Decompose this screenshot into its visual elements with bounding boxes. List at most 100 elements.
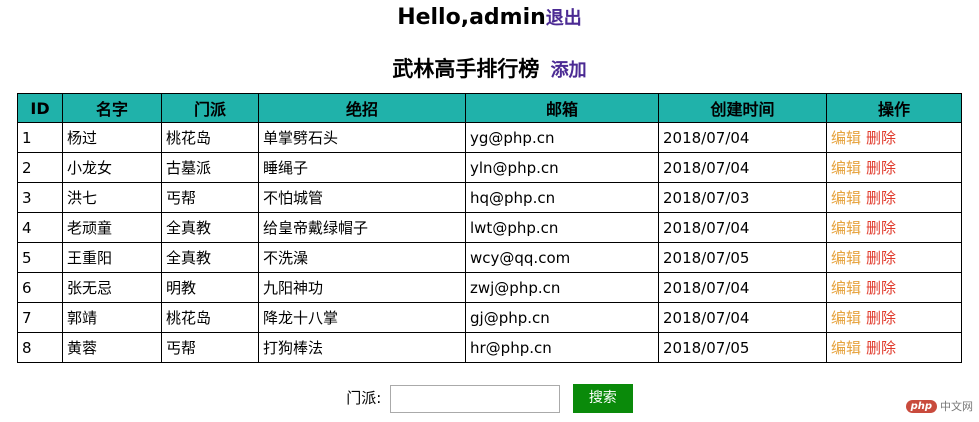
table-row: 1 杨过 桃花岛 单掌劈石头 yg@php.cn 2018/07/04 编辑 删除 — [17, 122, 962, 153]
cell-actions: 编辑 删除 — [826, 332, 962, 363]
column-header-name: 名字 — [62, 93, 162, 123]
cell-email: gj@php.cn — [465, 302, 659, 333]
table-header-row: ID 名字 门派 绝招 邮箱 创建时间 操作 — [17, 93, 962, 123]
cell-email: wcy@qq.com — [465, 242, 659, 273]
cell-sect: 丐帮 — [161, 182, 259, 213]
edit-link[interactable]: 编辑 — [831, 189, 861, 207]
column-header-id: ID — [17, 93, 63, 123]
edit-link[interactable]: 编辑 — [831, 309, 861, 327]
cell-skill: 不洗澡 — [258, 242, 466, 273]
cell-actions: 编辑 删除 — [826, 242, 962, 273]
cell-skill: 降龙十八掌 — [258, 302, 466, 333]
cell-sect: 全真教 — [161, 212, 259, 243]
cell-created: 2018/07/04 — [658, 212, 827, 243]
cell-skill: 给皇帝戴绿帽子 — [258, 212, 466, 243]
table-row: 4 老顽童 全真教 给皇帝戴绿帽子 lwt@php.cn 2018/07/04 … — [17, 212, 962, 243]
edit-link[interactable]: 编辑 — [831, 339, 861, 357]
cell-email: lwt@php.cn — [465, 212, 659, 243]
cell-skill: 打狗棒法 — [258, 332, 466, 363]
watermark-text: 中文网 — [940, 400, 973, 413]
add-link[interactable]: 添加 — [551, 60, 587, 81]
cell-actions: 编辑 删除 — [826, 212, 962, 243]
delete-link[interactable]: 删除 — [866, 189, 896, 207]
cell-email: hq@php.cn — [465, 182, 659, 213]
page-title-bar: 武林高手排行榜 添加 — [0, 55, 979, 85]
greeting-bar: Hello,admin退出 — [0, 4, 979, 33]
cell-actions: 编辑 删除 — [826, 272, 962, 303]
table-row: 8 黄蓉 丐帮 打狗棒法 hr@php.cn 2018/07/05 编辑 删除 — [17, 332, 962, 363]
edit-link[interactable]: 编辑 — [831, 279, 861, 297]
cell-created: 2018/07/04 — [658, 272, 827, 303]
cell-name: 郭靖 — [62, 302, 162, 333]
sect-search-input[interactable] — [390, 384, 561, 413]
ranking-table: ID 名字 门派 绝招 邮箱 创建时间 操作 1 杨过 桃花岛 单掌劈石头 yg… — [17, 93, 962, 363]
cell-name: 洪七 — [62, 182, 162, 213]
delete-link[interactable]: 删除 — [866, 339, 896, 357]
column-header-actions: 操作 — [826, 93, 962, 123]
cell-email: yln@php.cn — [465, 152, 659, 183]
cell-created: 2018/07/04 — [658, 152, 827, 183]
cell-id: 3 — [17, 182, 63, 213]
cell-email: zwj@php.cn — [465, 272, 659, 303]
cell-id: 8 — [17, 332, 63, 363]
cell-sect: 全真教 — [161, 242, 259, 273]
cell-created: 2018/07/03 — [658, 182, 827, 213]
cell-actions: 编辑 删除 — [826, 152, 962, 183]
cell-sect: 桃花岛 — [161, 302, 259, 333]
delete-link[interactable]: 删除 — [866, 279, 896, 297]
cell-sect: 明教 — [161, 272, 259, 303]
edit-link[interactable]: 编辑 — [831, 219, 861, 237]
greeting-text: Hello,admin — [397, 5, 546, 30]
delete-link[interactable]: 删除 — [866, 249, 896, 267]
cell-name: 杨过 — [62, 122, 162, 153]
search-label: 门派: — [346, 389, 382, 407]
cell-name: 张无忌 — [62, 272, 162, 303]
page-title: 武林高手排行榜 — [392, 57, 540, 81]
watermark: php 中文网 — [905, 398, 973, 414]
cell-actions: 编辑 删除 — [826, 182, 962, 213]
column-header-email: 邮箱 — [465, 93, 659, 123]
cell-created: 2018/07/05 — [658, 242, 827, 273]
column-header-created: 创建时间 — [658, 93, 827, 123]
table-row: 7 郭靖 桃花岛 降龙十八掌 gj@php.cn 2018/07/04 编辑 删除 — [17, 302, 962, 333]
cell-email: hr@php.cn — [465, 332, 659, 363]
table-row: 2 小龙女 古墓派 睡绳子 yln@php.cn 2018/07/04 编辑 删除 — [17, 152, 962, 183]
edit-link[interactable]: 编辑 — [831, 159, 861, 177]
page: Hello,admin退出 武林高手排行榜 添加 ID 名字 门派 绝招 邮箱 … — [0, 0, 979, 422]
logout-link[interactable]: 退出 — [546, 8, 582, 29]
edit-link[interactable]: 编辑 — [831, 129, 861, 147]
search-bar: 门派: 搜索 — [0, 384, 979, 413]
column-header-skill: 绝招 — [258, 93, 466, 123]
cell-name: 老顽童 — [62, 212, 162, 243]
cell-id: 5 — [17, 242, 63, 273]
cell-id: 4 — [17, 212, 63, 243]
search-button[interactable]: 搜索 — [572, 384, 633, 413]
cell-name: 小龙女 — [62, 152, 162, 183]
table-row: 5 王重阳 全真教 不洗澡 wcy@qq.com 2018/07/05 编辑 删除 — [17, 242, 962, 273]
cell-sect: 丐帮 — [161, 332, 259, 363]
cell-id: 1 — [17, 122, 63, 153]
cell-sect: 古墓派 — [161, 152, 259, 183]
cell-sect: 桃花岛 — [161, 122, 259, 153]
cell-actions: 编辑 删除 — [826, 122, 962, 153]
cell-id: 2 — [17, 152, 63, 183]
edit-link[interactable]: 编辑 — [831, 249, 861, 267]
cell-created: 2018/07/05 — [658, 332, 827, 363]
delete-link[interactable]: 删除 — [866, 159, 896, 177]
column-header-sect: 门派 — [161, 93, 259, 123]
cell-name: 王重阳 — [62, 242, 162, 273]
cell-name: 黄蓉 — [62, 332, 162, 363]
table-row: 3 洪七 丐帮 不怕城管 hq@php.cn 2018/07/03 编辑 删除 — [17, 182, 962, 213]
cell-id: 6 — [17, 272, 63, 303]
cell-created: 2018/07/04 — [658, 302, 827, 333]
php-logo: php — [905, 399, 937, 413]
delete-link[interactable]: 删除 — [866, 309, 896, 327]
cell-actions: 编辑 删除 — [826, 302, 962, 333]
cell-skill: 不怕城管 — [258, 182, 466, 213]
cell-id: 7 — [17, 302, 63, 333]
delete-link[interactable]: 删除 — [866, 129, 896, 147]
cell-created: 2018/07/04 — [658, 122, 827, 153]
cell-skill: 九阳神功 — [258, 272, 466, 303]
cell-skill: 睡绳子 — [258, 152, 466, 183]
delete-link[interactable]: 删除 — [866, 219, 896, 237]
